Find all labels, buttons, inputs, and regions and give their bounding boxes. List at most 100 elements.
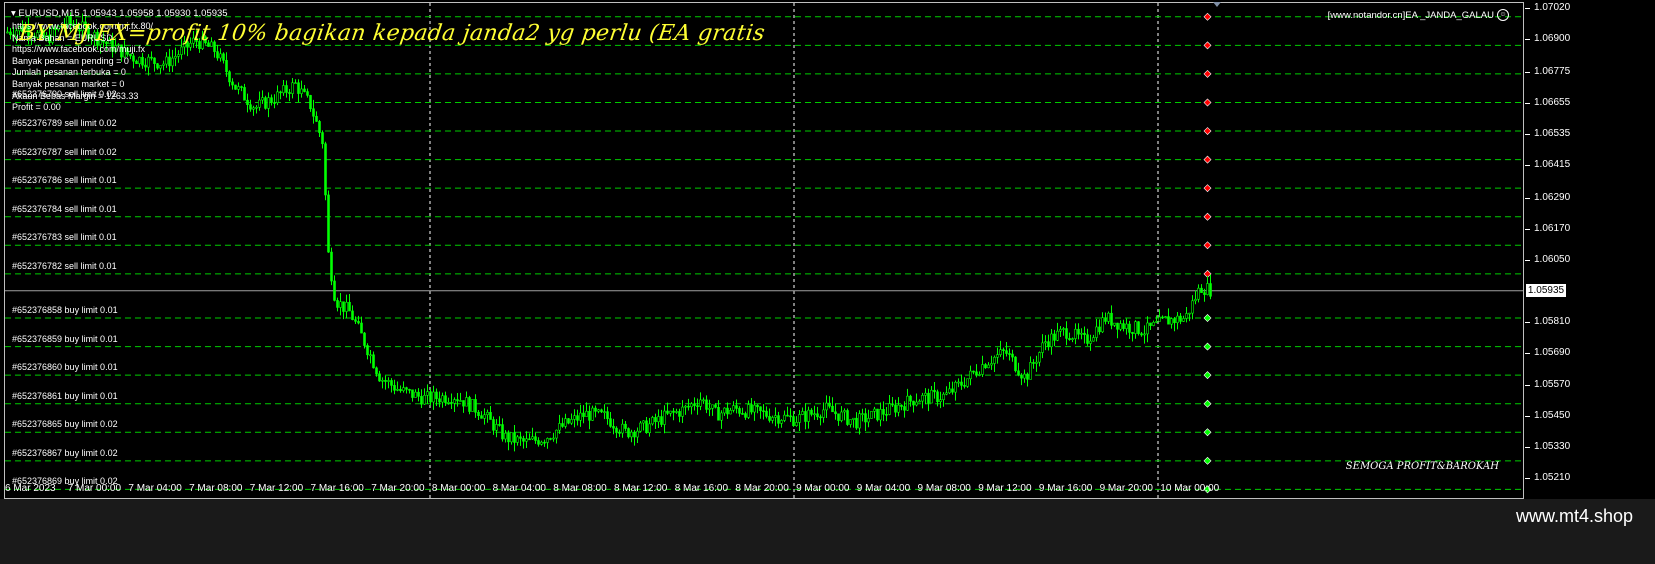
candle-body [1032,362,1035,364]
candle-body [330,251,333,282]
candle-body [507,432,510,443]
candle-body [654,417,657,423]
time-axis-label: 8 Mar 20:00 [735,483,789,494]
candle-body [1101,317,1104,333]
candle-body [786,414,789,417]
buy-limit-order-label[interactable]: #652376860 buy limit 0.01 [12,362,118,372]
candle-body [1152,322,1155,326]
candle-body [174,56,177,59]
buy-limit-order-label[interactable]: #652376867 buy limit 0.02 [12,448,118,458]
candle-body [684,405,687,408]
candle-body [309,95,312,110]
candle-body [297,82,300,94]
candle-body [435,391,438,400]
symbol-dropdown-icon[interactable]: ▾ [11,8,16,19]
time-axis-label: 7 Mar 16:00 [310,483,364,494]
candle-body [987,364,990,369]
site-url: www.mt4.shop [1515,506,1633,526]
candle-body [234,84,237,90]
smiley-icon[interactable]: ☺ [1497,9,1509,21]
candle-body [333,280,336,301]
candle-body [588,410,591,421]
price-axis-label: 1.06775 [1524,65,1571,77]
candle-body [318,121,321,133]
candle-body [792,416,795,426]
candle-body [225,60,228,73]
candle-body [426,391,429,396]
candle-body [1086,334,1089,344]
time-axis-label: 7 Mar 12:00 [249,483,304,494]
candle-body [1110,312,1113,326]
buy-limit-order-label[interactable]: #652376865 buy limit 0.02 [12,419,118,429]
candle-body [384,379,387,382]
candle-body [648,423,651,434]
chart-shift-marker-icon[interactable] [1213,2,1221,7]
sell-limit-order-label[interactable]: #652376783 sell limit 0.01 [12,232,117,242]
candle-body [1068,338,1071,340]
candle-body [513,432,516,443]
buy-limit-order-label[interactable]: #652376861 buy limit 0.01 [12,391,118,401]
sell-limit-order-label[interactable]: #652376786 sell limit 0.01 [12,175,117,185]
candle-body [708,407,711,410]
candle-body [1005,350,1008,354]
candle-body [984,364,987,369]
candle-body [639,422,642,432]
candle-body [615,427,618,433]
candle-body [1044,341,1047,344]
sell-limit-order-label[interactable]: #652376790 sell limit 0.02 [12,89,117,99]
candle-body [423,395,426,405]
chart-window[interactable]: ▾ EURUSD,M15 1.05943 1.05958 1.05930 1.0… [4,2,1524,499]
candle-body [381,379,384,382]
candle-body [414,391,417,398]
candle-body [939,399,942,402]
candle-body [240,86,243,88]
sell-limit-order-label[interactable]: #652376787 sell limit 0.02 [12,147,117,157]
candle-body [633,431,636,438]
candle-body [936,391,939,402]
buy-limit-order-label[interactable]: #652376858 buy limit 0.01 [12,305,118,315]
candle-body [732,405,735,411]
candle-body [762,410,765,413]
sell-limit-order-label[interactable]: #652376789 sell limit 0.02 [12,118,117,128]
candle-body [606,411,609,419]
candle-body [483,414,486,419]
candle-body [645,420,648,434]
candle-body [714,404,717,408]
price-axis[interactable]: 1.07020 1.06900 1.06775 1.06655 1.06535 1.064… [1524,2,1655,499]
sell-limit-order-label[interactable]: #652376782 sell limit 0.01 [12,261,117,271]
candle-body [1188,312,1191,315]
candle-body [270,97,273,103]
candle-body [1206,283,1209,295]
candle-body [1014,356,1017,372]
candle-body [336,300,339,308]
candle-body [897,404,900,413]
candle-body [354,319,357,322]
candle-body [663,410,666,425]
candle-body [1098,326,1101,333]
candle-body [258,99,261,108]
candle-body [531,436,534,440]
candle-body [774,415,777,418]
candle-body [237,86,240,90]
candle-body [960,381,963,386]
candle-body [594,407,597,412]
candle-body [255,106,258,109]
buy-order-marker-icon [1203,342,1212,351]
price-chart-canvas[interactable] [5,3,1524,499]
candle-body [561,423,564,427]
candle-body [1164,316,1167,318]
footer-bar: www.mt4.shop [0,499,1655,564]
sell-order-marker-icon [1203,184,1212,193]
sell-order-marker-icon [1203,41,1212,50]
candle-body [453,399,456,404]
sell-limit-order-label[interactable]: #652376784 sell limit 0.01 [12,204,117,214]
candle-body [267,97,270,109]
candle-body [276,91,279,103]
candle-body [411,389,414,398]
candle-body [6,31,9,34]
candle-body [1197,287,1200,300]
candle-body [564,418,567,427]
candle-body [402,387,405,392]
buy-limit-order-label[interactable]: #652376859 buy limit 0.01 [12,334,118,344]
time-axis[interactable]: 6 Mar 2023 7 Mar 00:00 7 Mar 04:00 7 Mar 08… [4,483,1524,497]
